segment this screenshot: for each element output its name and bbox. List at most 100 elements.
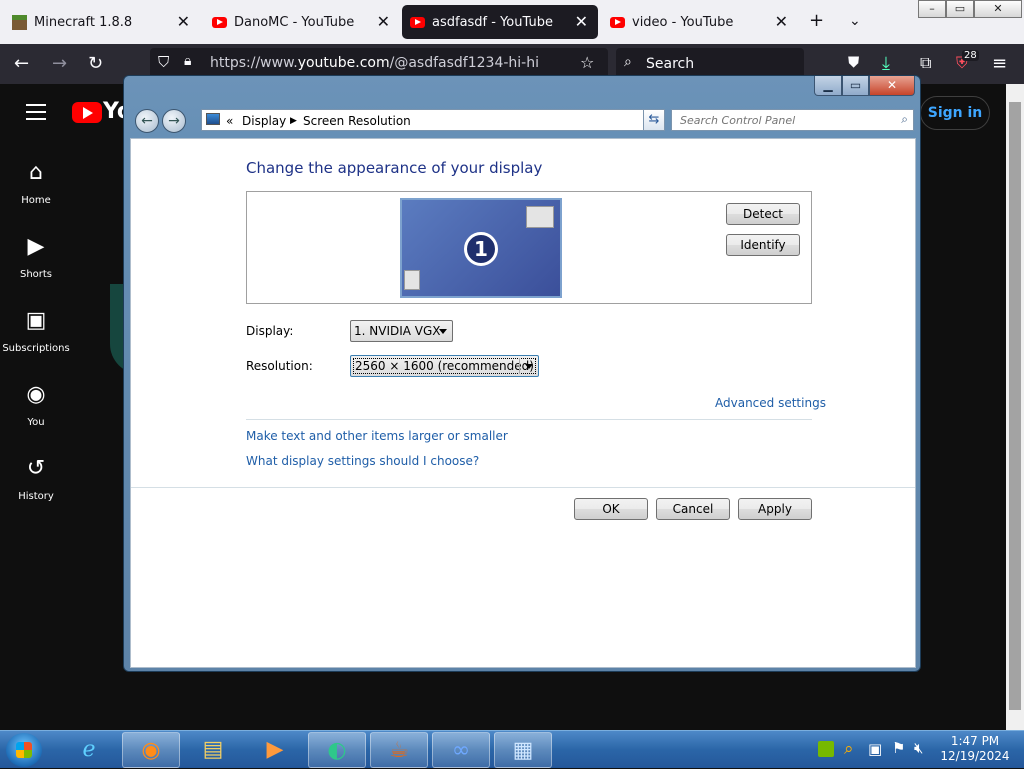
shield-icon[interactable]: ⛉ [158, 53, 169, 71]
forward-icon[interactable]: → [52, 53, 67, 74]
list-tabs-icon[interactable]: ⌄ [849, 13, 861, 29]
hamburger-icon[interactable] [26, 104, 46, 125]
search-control-panel[interactable]: ⌕ [671, 109, 914, 131]
forward-icon[interactable]: → [162, 109, 186, 133]
downloads-icon[interactable]: ⤓ [882, 53, 890, 74]
back-icon[interactable]: ← [135, 109, 159, 133]
app-green-icon[interactable]: ◐ [308, 732, 366, 768]
minimize-icon[interactable]: ▁ [814, 76, 842, 96]
page-scrollbar[interactable] [1006, 84, 1024, 730]
clock[interactable]: 1:47 PM 12/19/2024 [936, 734, 1014, 764]
shorts-icon: ▶ [27, 234, 45, 259]
detect-button[interactable]: Detect [726, 203, 800, 225]
extensions-icon[interactable]: ⧉ [920, 53, 931, 73]
pocket-icon[interactable]: ⛊ [848, 53, 859, 71]
advanced-settings-link[interactable]: Advanced settings [715, 396, 826, 410]
close-window-icon[interactable]: ✕ [974, 0, 1022, 18]
maximize-icon[interactable]: ▭ [946, 0, 974, 18]
user-icon: ◉ [26, 382, 46, 407]
resolution-select[interactable]: 2560 × 1600 (recommended) [350, 355, 539, 377]
java-icon[interactable]: ☕︎ [370, 732, 428, 768]
url-text[interactable]: https://www.youtube.com/@asdfasdf1234-hi… [210, 55, 539, 71]
search-input[interactable] [678, 112, 888, 128]
sidebar-item-history[interactable]: ↺ History [0, 456, 72, 503]
youtube-icon [610, 16, 625, 28]
close-tab-icon[interactable]: ✕ [177, 12, 190, 31]
display-select[interactable]: 1. NVIDIA VGX [350, 320, 453, 342]
media-player-icon[interactable]: ▶ [246, 732, 304, 768]
close-tab-icon[interactable]: ✕ [377, 12, 390, 31]
flag-icon[interactable]: ⚑ [892, 739, 905, 757]
breadcrumb-screen-resolution[interactable]: Screen Resolution [303, 114, 411, 128]
close-icon[interactable]: ✕ [869, 76, 915, 96]
control-panel-icon [206, 113, 220, 125]
maximize-icon[interactable]: ▭ [842, 76, 869, 96]
control-panel-icon[interactable]: ▦ [494, 732, 552, 768]
bookmark-star-icon[interactable]: ☆ [580, 53, 594, 72]
search-icon[interactable]: ⌕ [901, 112, 908, 127]
sidebar-item-home[interactable]: ⌂ Home [0, 160, 72, 207]
sidebar-item-you[interactable]: ◉ You [0, 382, 72, 429]
youtube-icon [212, 16, 227, 28]
new-tab-icon[interactable]: + [809, 10, 824, 31]
cancel-button[interactable]: Cancel [656, 498, 730, 520]
refresh-icon[interactable]: ⇆ [643, 109, 665, 131]
chevron-down-icon [439, 329, 447, 334]
browser-tab-bar: Minecraft 1.8.8 ✕ DanoMC - YouTube ✕ asd… [0, 0, 1024, 44]
network-icon[interactable]: ▣ [868, 740, 882, 758]
sidebar-item-shorts[interactable]: ▶ Shorts [0, 234, 72, 281]
display-help-link[interactable]: What display settings should I choose? [246, 454, 479, 468]
breadcrumb-separator-icon[interactable]: ▶ [290, 116, 297, 126]
lock-icon[interactable]: 🔒︎ [184, 53, 191, 69]
menu-icon[interactable]: ≡ [992, 53, 1007, 74]
sidebar-item-subscriptions[interactable]: ▣ Subscriptions [0, 308, 72, 355]
chevron-down-icon [525, 364, 533, 369]
content-area: Change the appearance of your display 1 … [130, 138, 916, 668]
breadcrumb-display[interactable]: Display [242, 114, 286, 128]
back-icon[interactable]: ← [14, 53, 29, 74]
app-ribbon-icon[interactable]: ∞ [432, 732, 490, 768]
page-title: Change the appearance of your display [246, 159, 543, 177]
close-tab-icon[interactable]: ✕ [575, 12, 588, 31]
resolution-label: Resolution: [246, 359, 313, 373]
volume-muted-icon[interactable]: 🔇︎ [914, 739, 923, 757]
tab-danomc[interactable]: DanoMC - YouTube ✕ [204, 5, 400, 39]
firefox-icon[interactable]: ◉ [122, 732, 180, 768]
monitor-1[interactable]: 1 [400, 198, 562, 298]
file-explorer-icon[interactable]: ▤ [184, 732, 242, 768]
taskbar: ℯ ◉ ▤ ▶ ◐ ☕︎ ∞ ▦ ⌕ ▣ ⚑ 🔇︎ 1:47 PM 12/19/… [0, 730, 1024, 768]
extension-badge: 28 [962, 50, 979, 61]
internet-explorer-icon[interactable]: ℯ [60, 732, 118, 768]
tab-minecraft[interactable]: Minecraft 1.8.8 ✕ [4, 5, 200, 39]
minecraft-icon [12, 14, 27, 30]
search-icon: ⌕ [624, 54, 632, 70]
home-icon: ⌂ [29, 160, 43, 185]
start-button[interactable] [6, 733, 42, 767]
window-icon [526, 206, 554, 228]
reload-icon[interactable]: ↻ [88, 53, 103, 74]
divider [131, 487, 915, 488]
identify-button[interactable]: Identify [726, 234, 800, 256]
text-size-link[interactable]: Make text and other items larger or smal… [246, 429, 508, 443]
subscriptions-icon: ▣ [25, 308, 47, 333]
ok-button[interactable]: OK [574, 498, 648, 520]
scrollbar-thumb[interactable] [1009, 102, 1021, 710]
history-icon: ↺ [26, 456, 46, 481]
minimize-icon[interactable]: – [918, 0, 946, 18]
display-label: Display: [246, 324, 294, 338]
window-icon [404, 270, 420, 290]
tab-asdfasdf[interactable]: asdfasdf - YouTube ✕ [402, 5, 598, 39]
search-icon[interactable]: ⌕ [844, 739, 854, 759]
monitor-number: 1 [464, 232, 498, 266]
system-tray: ⌕ ▣ ⚑ 🔇︎ 1:47 PM 12/19/2024 [812, 731, 1024, 769]
youtube-logo-icon[interactable] [72, 102, 102, 123]
nvidia-icon[interactable] [818, 741, 834, 757]
close-tab-icon[interactable]: ✕ [775, 12, 788, 31]
apply-button[interactable]: Apply [738, 498, 812, 520]
sign-in-button[interactable]: Sign in [920, 96, 990, 130]
tab-video[interactable]: video - YouTube ✕ [602, 5, 798, 39]
address-bar[interactable]: « Display ▶ Screen Resolution [201, 109, 663, 131]
youtube-icon [410, 16, 425, 28]
divider [246, 419, 812, 420]
monitor-preview-box: 1 Detect Identify [246, 191, 812, 304]
